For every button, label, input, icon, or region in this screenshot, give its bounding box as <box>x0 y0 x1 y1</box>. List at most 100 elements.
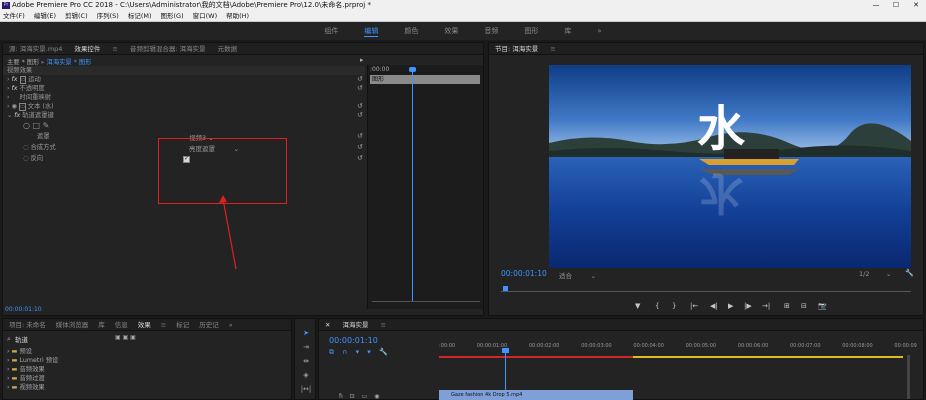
workspace-graphics[interactable]: 图形 <box>524 26 538 36</box>
effect-controls-timecode[interactable]: 00:00:01:10 <box>5 306 42 313</box>
reset-icon[interactable]: ↺ <box>357 75 363 83</box>
tab-source[interactable]: 源: 洱海实景.mp4 <box>9 43 62 54</box>
program-playhead[interactable] <box>503 286 508 291</box>
tab-info[interactable]: 信息 <box>115 319 128 330</box>
effect-track-matte[interactable]: ⌄ fx 轨道遮罩键 <box>7 111 54 120</box>
panel-menu-icon[interactable]: ≡ <box>161 319 166 330</box>
workspace-audio[interactable]: 音频 <box>484 26 498 36</box>
effect-text[interactable]: › ◉ ▭ 文本 (水) <box>7 102 54 111</box>
workspace-editing[interactable]: 编辑 <box>364 26 379 37</box>
program-scrubber[interactable] <box>501 291 911 292</box>
slip-tool-icon[interactable]: |↔| <box>300 385 312 395</box>
close-sequence-icon[interactable]: ✕ <box>325 319 330 330</box>
lift-icon[interactable]: ⊞ <box>784 302 790 310</box>
workspace-effects[interactable]: 效果 <box>444 26 458 36</box>
list-item[interactable]: › ▬ 预设 <box>7 347 58 356</box>
reset-icon[interactable]: ↺ <box>357 111 363 119</box>
tab-audio-clip-mixer[interactable]: 音频剪辑混合器: 洱海实景 <box>130 43 206 54</box>
tab-effects[interactable]: 效果 <box>138 319 151 330</box>
menu-help[interactable]: 帮助(H) <box>226 11 249 21</box>
menu-edit[interactable]: 编辑(E) <box>34 11 56 21</box>
mark-in-icon[interactable]: { <box>655 302 659 310</box>
workspace-color[interactable]: 颜色 <box>404 26 418 36</box>
fit-dropdown[interactable]: 适合 ⌄ <box>559 270 596 280</box>
expand-icon[interactable]: ▸ <box>360 56 364 64</box>
wrench-icon[interactable]: 🔧 <box>905 269 914 277</box>
minimize-button[interactable]: — <box>866 0 886 11</box>
list-item[interactable]: › ▬ 音频效果 <box>7 365 58 374</box>
workspace-libraries[interactable]: 库 <box>564 26 571 36</box>
list-item[interactable]: › ▬ Lumetri 预设 <box>7 356 58 365</box>
reset-icon[interactable]: ↺ <box>357 84 363 92</box>
timeline-timecode[interactable]: 00:00:01:10 <box>329 336 378 345</box>
play-icon[interactable]: ▶ <box>728 302 733 310</box>
timeline-tool-icons[interactable]: ⧉ ∩ ▾ ▾ 🔧 <box>329 348 388 357</box>
panel-menu-icon[interactable]: ≡ <box>550 43 555 54</box>
timeline-scrollbar[interactable] <box>907 355 910 399</box>
filter-icons[interactable]: ▣ ▣ ▣ <box>115 334 136 341</box>
tab-program[interactable]: 节目: 洱海实景 <box>495 43 538 54</box>
go-to-out-icon[interactable]: →| <box>762 302 770 310</box>
track-header-icons[interactable]: fı ⊡ ▭ ◉ <box>339 393 379 400</box>
workspace-more-icon[interactable]: » <box>597 27 601 35</box>
tab-history[interactable]: 历史记 <box>199 319 219 330</box>
breadcrumb-master[interactable]: 主要 * 图形 <box>7 59 39 66</box>
effect-time-remap[interactable]: › 时间重映射 <box>7 93 51 102</box>
tab-media-browser[interactable]: 媒体浏览器 <box>56 319 89 330</box>
track-select-tool-icon[interactable]: ⇥ <box>300 343 312 353</box>
tab-libraries[interactable]: 库 <box>98 319 105 330</box>
menu-graphics[interactable]: 图形(G) <box>161 11 184 21</box>
breadcrumb: 主要 * 图形 ▸ 洱海实景 * 图形 <box>7 59 92 66</box>
timeline-clip[interactable]: Gaze fashion 4k Drop 5.mp4 <box>439 390 633 400</box>
panel-menu-icon[interactable]: ≡ <box>112 43 117 54</box>
timeline-playhead[interactable] <box>505 350 506 390</box>
list-item[interactable]: › ▬ 视频效果 <box>7 383 58 392</box>
workspace-assembly[interactable]: 组件 <box>324 26 338 36</box>
menu-clip[interactable]: 剪辑(C) <box>65 11 88 21</box>
tab-metadata[interactable]: 元数据 <box>218 43 238 54</box>
step-back-icon[interactable]: ◀| <box>710 302 718 310</box>
tab-effect-controls[interactable]: 效果控件 <box>74 43 100 54</box>
mark-out-icon[interactable]: } <box>672 302 676 310</box>
mini-playhead[interactable] <box>412 69 413 301</box>
pen-mask-icon[interactable]: ✎ <box>43 121 50 130</box>
razor-tool-icon[interactable]: ◈ <box>300 371 312 381</box>
reset-icon[interactable]: ↺ <box>357 154 363 162</box>
close-button[interactable]: ✕ <box>906 0 926 11</box>
more-tabs-icon[interactable]: » <box>229 319 233 330</box>
rectangle-mask-icon[interactable]: □ <box>33 121 41 130</box>
add-marker-icon[interactable]: ▼ <box>635 302 640 310</box>
extract-icon[interactable]: ⊟ <box>801 302 807 310</box>
timeline-ruler[interactable]: :00:00 00:00:01:00 00:00:02:00 00:00:03:… <box>439 343 917 349</box>
reset-icon[interactable]: ↺ <box>357 102 363 110</box>
tab-sequence[interactable]: 洱海实景 <box>342 319 368 330</box>
eye-icon[interactable]: ◉ <box>12 103 18 110</box>
effect-motion[interactable]: › fx ▭ 运动 <box>7 75 41 84</box>
mini-clip[interactable]: 图形 <box>370 75 480 84</box>
menu-window[interactable]: 窗口(W) <box>193 11 218 21</box>
list-item[interactable]: › ▬ 音频过渡 <box>7 374 58 383</box>
effects-search-input[interactable]: 轨道 <box>15 334 105 344</box>
program-timecode[interactable]: 00:00:01:10 <box>501 269 547 278</box>
resolution-dropdown[interactable]: 1/2 ⌄ <box>859 270 891 278</box>
reset-icon[interactable]: ↺ <box>357 143 363 151</box>
maximize-button[interactable]: ☐ <box>886 0 906 11</box>
tab-markers[interactable]: 标记 <box>176 319 189 330</box>
panel-menu-icon[interactable]: ≡ <box>380 319 385 330</box>
menu-marker[interactable]: 标记(M) <box>128 11 152 21</box>
breadcrumb-sequence[interactable]: 洱海实景 * 图形 <box>47 59 92 66</box>
step-forward-icon[interactable]: |▶ <box>744 302 752 310</box>
reset-icon[interactable]: ↺ <box>357 132 363 140</box>
mini-playhead-handle[interactable] <box>409 67 416 72</box>
export-frame-icon[interactable]: 📷 <box>818 302 827 310</box>
tab-project[interactable]: 项目: 未命名 <box>9 319 46 330</box>
timeline-playhead-handle[interactable] <box>502 348 509 353</box>
effect-opacity[interactable]: › fx 不透明度 <box>7 84 45 93</box>
ripple-edit-tool-icon[interactable]: ⇹ <box>300 357 312 367</box>
mini-scrollbar[interactable] <box>372 301 480 302</box>
selection-tool-icon[interactable]: ➤ <box>300 329 312 339</box>
menu-sequence[interactable]: 序列(S) <box>97 11 119 21</box>
ellipse-mask-icon[interactable]: ○ <box>23 121 30 130</box>
menu-file[interactable]: 文件(F) <box>3 11 25 21</box>
go-to-in-icon[interactable]: |← <box>690 302 698 310</box>
